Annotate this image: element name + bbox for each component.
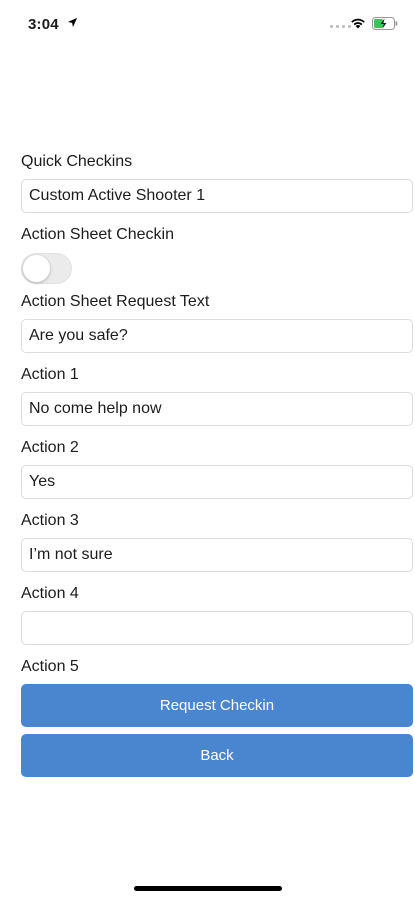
status-time: 3:04 <box>28 16 59 33</box>
battery-charging-icon <box>372 17 398 30</box>
location-arrow-icon <box>67 17 78 28</box>
action-4-field[interactable] <box>21 611 413 645</box>
status-bar: 3:04 <box>0 0 415 48</box>
home-indicator[interactable] <box>134 886 282 891</box>
request-text-field[interactable]: Are you safe? <box>21 319 413 353</box>
action-3-label: Action 3 <box>21 512 79 529</box>
request-checkin-button[interactable]: Request Checkin <box>21 684 413 727</box>
checkin-form: Quick Checkins Custom Active Shooter 1 A… <box>21 152 413 730</box>
wifi-icon <box>351 18 365 29</box>
back-button[interactable]: Back <box>21 734 413 777</box>
action-4-label: Action 4 <box>21 585 79 602</box>
screen: 3:04 Quick Checkins Custom Active Shoote… <box>0 0 415 900</box>
signal-dots-icon <box>330 25 351 28</box>
action-1-field[interactable]: No come help now <box>21 392 413 426</box>
action-sheet-checkin-label: Action Sheet Checkin <box>21 226 174 243</box>
action-2-label: Action 2 <box>21 439 79 456</box>
action-1-label: Action 1 <box>21 366 79 383</box>
quick-checkins-field[interactable]: Custom Active Shooter 1 <box>21 179 413 213</box>
action-2-field[interactable]: Yes <box>21 465 413 499</box>
action-sheet-checkin-toggle[interactable] <box>21 253 72 284</box>
quick-checkins-label: Quick Checkins <box>21 153 133 170</box>
action-3-field[interactable]: I’m not sure <box>21 538 413 572</box>
action-5-label: Action 5 <box>21 658 79 675</box>
request-text-label: Action Sheet Request Text <box>21 293 210 310</box>
toggle-knob <box>23 255 50 282</box>
